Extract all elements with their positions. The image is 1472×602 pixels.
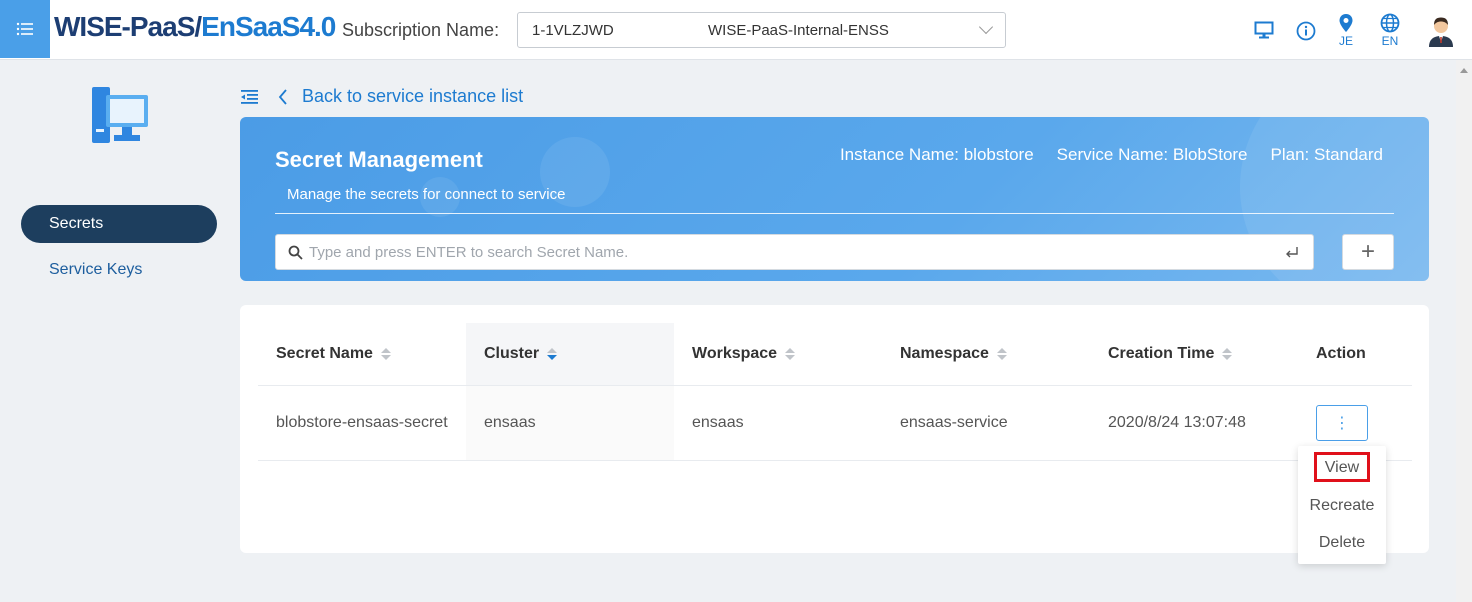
secrets-table-card: Secret Name Cluster Workspace Namespace … [240, 305, 1429, 553]
user-avatar-icon [1429, 17, 1453, 47]
column-header-workspace[interactable]: Workspace [674, 323, 882, 386]
sort-icon[interactable] [996, 347, 1007, 360]
info-button[interactable] [1296, 21, 1316, 41]
column-header-creation-time[interactable]: Creation Time [1090, 323, 1298, 386]
more-vertical-icon: ⋮ [1334, 414, 1350, 432]
menu-item-view[interactable]: View [1314, 452, 1370, 482]
sidebar-item-service-keys[interactable]: Service Keys [21, 251, 217, 289]
enter-icon [1286, 247, 1298, 258]
cell-cluster: ensaas [466, 385, 674, 461]
secrets-table: Secret Name Cluster Workspace Namespace … [258, 323, 1412, 461]
monitor-icon [1254, 21, 1274, 39]
sort-icon[interactable] [785, 347, 796, 360]
cell-namespace: ensaas-service [882, 385, 1090, 461]
menu-item-delete[interactable]: Delete [1298, 534, 1386, 552]
language-label: EN [1381, 34, 1399, 48]
column-header-secret-name[interactable]: Secret Name [258, 323, 466, 386]
scroll-up-arrow-icon[interactable] [1460, 68, 1468, 73]
menu-button[interactable] [0, 0, 50, 58]
column-header-action: Action [1298, 323, 1412, 386]
subscription-select[interactable]: 1-1VLZJWD WISE-PaaS-Internal-ENSS [517, 12, 1006, 48]
column-label: Creation Time [1108, 344, 1215, 362]
add-secret-button[interactable]: + [1342, 234, 1394, 270]
instance-meta: Instance Name: blobstore Service Name: B… [840, 145, 1383, 165]
menu-item-recreate[interactable]: Recreate [1298, 497, 1386, 515]
sort-icon[interactable] [547, 347, 558, 360]
row-action-button[interactable]: ⋮ [1316, 404, 1368, 441]
search-input[interactable] [309, 243, 1285, 261]
monitor-button[interactable] [1254, 21, 1274, 39]
sidebar-item-secrets[interactable]: Secrets [21, 205, 217, 243]
brand-part1: WISE-PaaS/ [54, 11, 202, 42]
subscription-name: WISE-PaaS-Internal-ENSS [708, 21, 889, 39]
top-bar: WISE-PaaS/EnSaaS4.0 Subscription Name: 1… [0, 0, 1472, 60]
table-header-row: Secret Name Cluster Workspace Namespace … [258, 323, 1412, 386]
sidebar: Secrets Service Keys [0, 60, 238, 602]
chevron-down-icon [978, 19, 994, 35]
cell-creation-time: 2020/8/24 13:07:48 [1090, 385, 1298, 461]
search-icon [288, 245, 303, 260]
back-link[interactable]: Back to service instance list [240, 86, 523, 107]
service-name: Service Name: BlobStore [1056, 145, 1248, 164]
sort-icon[interactable] [380, 347, 391, 360]
page-title: Secret Management [275, 147, 483, 172]
header-card: Secret Management Manage the secrets for… [240, 117, 1429, 281]
column-label: Namespace [900, 344, 989, 362]
divider [275, 213, 1394, 214]
column-header-cluster[interactable]: Cluster [466, 323, 674, 386]
location-button[interactable]: JE [1338, 13, 1354, 48]
page-subtitle: Manage the secrets for connect to servic… [287, 186, 566, 203]
column-label: Workspace [692, 344, 778, 362]
back-link-label: Back to service instance list [302, 86, 524, 106]
subscription-code: 1-1VLZJWD [532, 21, 614, 39]
chevron-left-icon [278, 88, 287, 105]
table-row: blobstore-ensaas-secret ensaas ensaas en… [258, 385, 1412, 461]
search-box[interactable] [275, 234, 1314, 270]
sidebar-item-label: Secrets [49, 215, 104, 232]
subscription-label: Subscription Name: [342, 20, 500, 40]
language-button[interactable]: EN [1380, 13, 1400, 48]
plus-icon: + [1360, 238, 1375, 265]
globe-icon [1380, 13, 1400, 33]
user-avatar-button[interactable] [1427, 15, 1455, 47]
info-icon [1296, 21, 1316, 41]
collapse-menu-icon [241, 89, 258, 104]
sort-icon[interactable] [1222, 347, 1233, 360]
brand-part2: EnSaaS4.0 [201, 11, 336, 42]
sidebar-item-label: Service Keys [49, 261, 143, 278]
row-action-menu: View Recreate Delete [1298, 446, 1386, 564]
instance-name: Instance Name: blobstore [839, 145, 1034, 164]
brand-logo[interactable]: WISE-PaaS/EnSaaS4.0 [54, 11, 336, 43]
column-label: Cluster [484, 344, 540, 362]
computer-logo-icon [90, 87, 150, 150]
cell-workspace: ensaas [674, 385, 882, 461]
plan-name: Plan: Standard [1270, 145, 1383, 164]
menu-icon [16, 22, 33, 36]
column-header-namespace[interactable]: Namespace [882, 323, 1090, 386]
location-label: JE [1338, 34, 1353, 48]
column-label: Secret Name [276, 344, 373, 362]
scrollbar[interactable] [1456, 60, 1472, 602]
cell-secret-name: blobstore-ensaas-secret [258, 385, 466, 461]
location-icon [1339, 14, 1353, 32]
